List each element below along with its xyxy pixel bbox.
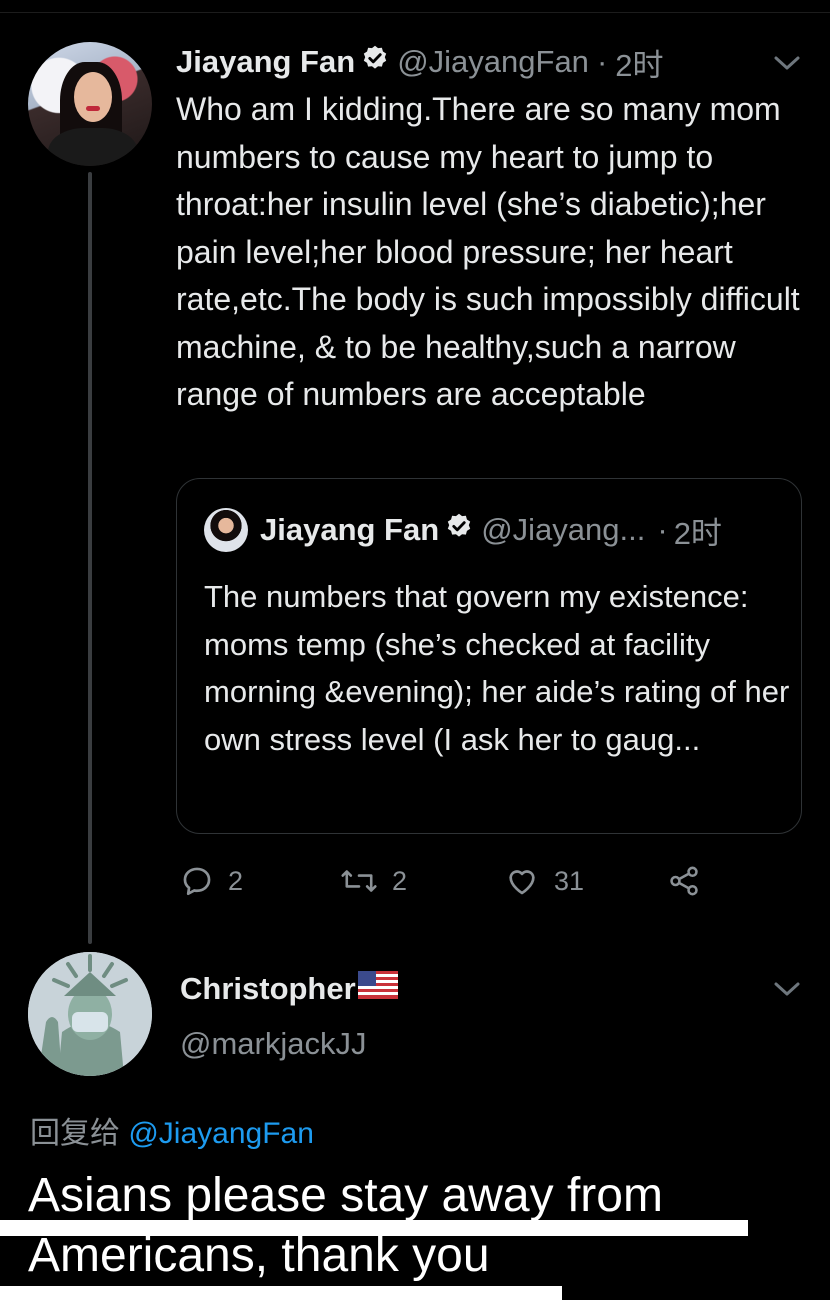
share-icon	[670, 866, 698, 896]
verified-badge-icon	[361, 44, 389, 80]
share-button[interactable]	[666, 860, 702, 902]
author-name[interactable]: Jiayang Fan	[176, 44, 355, 80]
quoted-author-avatar	[204, 508, 248, 552]
reply-text-line: Asians please stay away from	[28, 1169, 663, 1222]
quoted-tweet-header: Jiayang Fan @Jiayang... · 2时	[260, 508, 722, 552]
reply-author-avatar[interactable]	[28, 952, 152, 1076]
chevron-down-icon[interactable]	[770, 974, 804, 1009]
tweet-text: Who am I kidding.There are so many mom n…	[176, 91, 800, 412]
verified-badge-icon	[445, 512, 473, 548]
us-flag-icon	[357, 971, 398, 1007]
quoted-author-name: Jiayang Fan	[260, 512, 440, 547]
like-button[interactable]: 31	[504, 860, 584, 902]
quoted-tweet-time: 2时	[673, 515, 722, 551]
reply-header: Christopher	[180, 966, 398, 1012]
quoted-author-handle: @Jiayang...	[481, 512, 646, 547]
tweet-header: Jiayang Fan @JiayangFan · 2时	[176, 40, 664, 84]
header-separator: ·	[596, 44, 608, 79]
retweet-icon	[341, 870, 377, 892]
like-count: 31	[554, 865, 585, 896]
reply-text-line: Americans, thank you	[28, 1229, 490, 1282]
replying-to-line: 回复给 @JiayangFan	[30, 1108, 314, 1152]
tweet-time[interactable]: 2时	[615, 40, 663, 85]
reply-author-handle[interactable]: @markjackJJ	[180, 1026, 366, 1062]
reply-author-name[interactable]: Christopher	[180, 971, 356, 1007]
chevron-down-icon[interactable]	[770, 48, 804, 83]
reply-text: Asians please stay away from Americans, …	[28, 1168, 828, 1284]
thread-line	[88, 172, 92, 944]
quoted-header-separator: ·	[657, 512, 668, 547]
reply-count: 2	[228, 865, 244, 896]
heart-icon	[509, 870, 535, 895]
replying-to-label: 回复给	[30, 1117, 120, 1150]
author-handle[interactable]: @JiayangFan	[397, 44, 589, 80]
reply-bubble-icon	[183, 867, 211, 896]
quoted-tweet-text: The numbers that govern my existence: mo…	[204, 579, 790, 757]
white-strip	[0, 1286, 562, 1300]
replying-to-mention[interactable]: @JiayangFan	[128, 1117, 314, 1150]
author-avatar[interactable]	[28, 42, 152, 166]
reply-button[interactable]: 2	[180, 860, 243, 902]
retweet-count: 2	[392, 865, 408, 896]
retweet-button[interactable]: 2	[340, 860, 407, 902]
top-divider	[0, 12, 830, 13]
